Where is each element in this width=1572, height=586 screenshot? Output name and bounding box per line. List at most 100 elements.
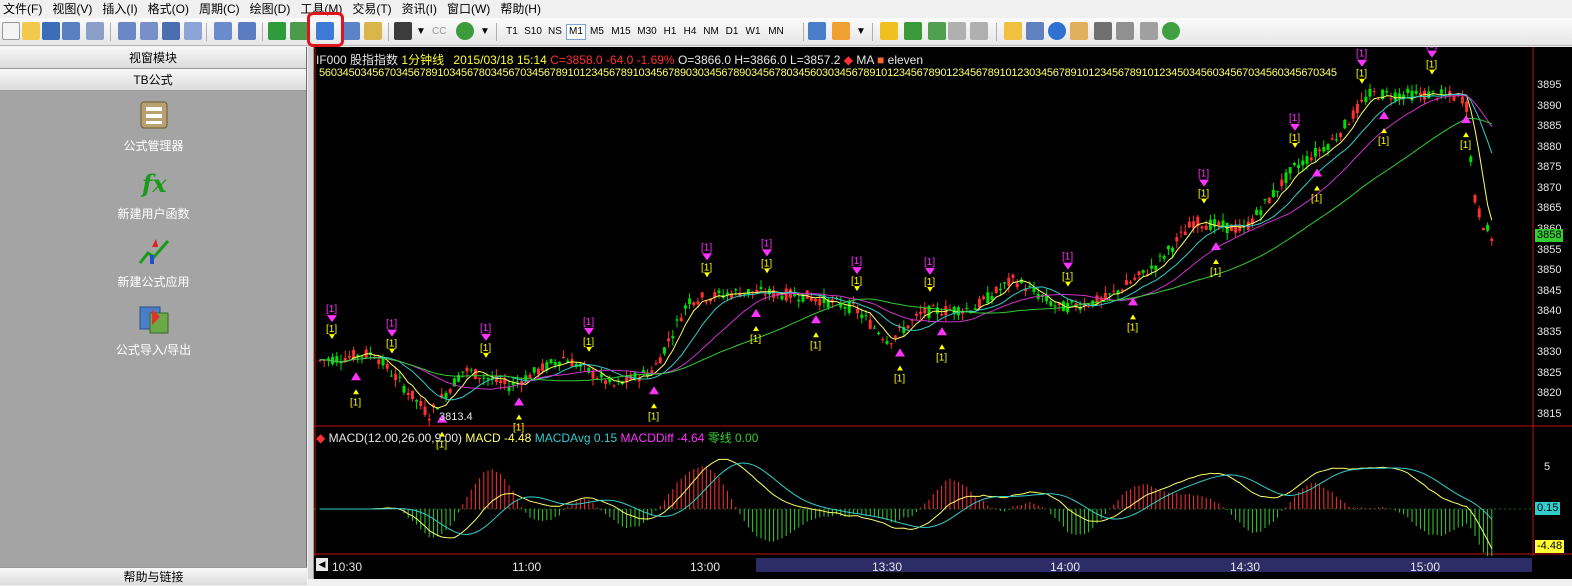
period-button-nm[interactable]: NM xyxy=(700,24,722,40)
tab-tb-formula[interactable]: TB公式 xyxy=(0,69,306,91)
menu-item-9[interactable]: 窗口(W) xyxy=(444,0,497,18)
price-chart[interactable]: [1] [1] [1] [1] [1] [1] [1] [1] [1] [1] [1] [1] [1] [… xyxy=(314,47,1572,556)
price-tick: 3870 xyxy=(1537,181,1562,194)
signal-label: [1] xyxy=(1460,140,1471,151)
period-button-m5[interactable]: M5 xyxy=(586,24,608,40)
ma-label[interactable]: MA xyxy=(856,53,873,67)
candle-body xyxy=(877,332,881,335)
print-icon[interactable] xyxy=(86,22,104,40)
menu-bar: 文件(F) 视图(V) 插入(I) 格式(O) 周期(C) 绘图(D) 工具(M) 交易(T)… xyxy=(0,0,1572,18)
comment-icon[interactable] xyxy=(1004,22,1022,40)
buy-icon[interactable] xyxy=(948,22,966,40)
cart-icon[interactable] xyxy=(928,22,946,40)
open-folder-icon[interactable] xyxy=(22,22,40,40)
period-button-m15[interactable]: M15 xyxy=(608,24,634,40)
refresh-icon[interactable] xyxy=(1162,22,1180,40)
menu-item-7[interactable]: 交易(T) xyxy=(349,0,398,18)
price-tick: 3830 xyxy=(1537,346,1562,359)
menu-item-0[interactable]: 文件(F) xyxy=(0,0,49,18)
quote-icon[interactable] xyxy=(140,22,158,40)
cursor-icon[interactable] xyxy=(1026,22,1044,40)
link-icon[interactable] xyxy=(1116,22,1134,40)
menu-item-3[interactable]: 格式(O) xyxy=(145,0,196,18)
period-button-h1[interactable]: H1 xyxy=(660,24,680,40)
menu-item-10[interactable]: 帮助(H) xyxy=(497,0,548,18)
candle-body xyxy=(427,418,431,421)
period-button-m1[interactable]: M1 xyxy=(566,24,586,40)
up-arrow-icon xyxy=(516,414,522,420)
signal-label: [1] xyxy=(1198,169,1209,180)
people-icon[interactable] xyxy=(832,22,850,40)
window-icon[interactable] xyxy=(118,22,136,40)
period-button-w1[interactable]: W1 xyxy=(742,24,764,40)
table-icon[interactable] xyxy=(342,22,360,40)
sidebar-footer[interactable]: 帮助与链接 xyxy=(0,567,307,585)
menu-item-2[interactable]: 插入(I) xyxy=(99,0,144,18)
chevron-down-icon[interactable]: ▼ xyxy=(478,24,492,40)
candle-body xyxy=(415,399,419,402)
time-label: 10:30 xyxy=(332,560,363,574)
macd-title[interactable]: MACD(12.00,26.00,9.00) xyxy=(329,431,462,445)
candle-body xyxy=(1166,245,1170,250)
period-button-mn[interactable]: MN xyxy=(764,24,788,40)
candle-body xyxy=(965,307,969,309)
up-arrow-icon xyxy=(1213,259,1219,265)
bar-chart-icon[interactable] xyxy=(808,22,826,40)
trader-icon[interactable] xyxy=(904,22,922,40)
up-arrow-icon xyxy=(753,326,759,332)
settings-icon[interactable] xyxy=(162,22,180,40)
candle-body xyxy=(797,299,801,302)
candle-body xyxy=(671,336,675,339)
sidebar-item-formula-manager[interactable]: 公式管理器 xyxy=(0,99,307,154)
candle-body xyxy=(1129,281,1133,284)
menu-item-5[interactable]: 绘图(D) xyxy=(247,0,298,18)
layout2-icon[interactable] xyxy=(238,22,256,40)
user-icon[interactable] xyxy=(290,22,308,40)
period-button-h4[interactable]: H4 xyxy=(680,24,700,40)
scroll-left-button[interactable]: ◀ xyxy=(316,558,328,571)
lightning-icon[interactable] xyxy=(880,22,898,40)
list-icon[interactable] xyxy=(184,22,202,40)
period-button-m30[interactable]: M30 xyxy=(634,24,660,40)
menu-item-4[interactable]: 周期(C) xyxy=(196,0,247,18)
candle-body xyxy=(469,369,473,371)
sidebar-item-new-formula-app[interactable]: 新建公式应用 xyxy=(0,235,307,290)
tab-view-module[interactable]: 视窗模块 xyxy=(0,47,306,69)
sidebar-item-new-user-function[interactable]: fx 新建用户函数 xyxy=(0,167,307,222)
frame-icon[interactable] xyxy=(1140,22,1158,40)
new-file-icon[interactable] xyxy=(2,22,20,40)
book-icon[interactable] xyxy=(364,22,382,40)
cc-button[interactable]: CC xyxy=(430,24,448,40)
lock-icon[interactable] xyxy=(268,22,286,40)
chart-type-icon[interactable] xyxy=(394,22,412,40)
period-button-ns[interactable]: NS xyxy=(544,24,566,40)
sell-icon[interactable] xyxy=(970,22,988,40)
price-tick: 3825 xyxy=(1537,366,1562,379)
zoom-in-icon[interactable] xyxy=(1048,22,1066,40)
hand-icon[interactable] xyxy=(1070,22,1088,40)
chevron-down-icon[interactable]: ▼ xyxy=(414,24,428,40)
layout-icon[interactable] xyxy=(214,22,232,40)
sidebar-item-import-export[interactable]: 公式导入/导出 xyxy=(0,303,307,358)
candle-body xyxy=(1162,255,1166,259)
menu-item-8[interactable]: 资讯(I) xyxy=(399,0,444,18)
indicator-icon[interactable] xyxy=(456,22,474,40)
candle-body xyxy=(1053,305,1057,307)
period-label: 1分钟线 xyxy=(401,53,445,67)
candle-body xyxy=(1137,271,1141,276)
eleven-label[interactable]: eleven xyxy=(888,53,923,67)
current-price-badge: 3858 xyxy=(1535,229,1564,242)
save-all-icon[interactable] xyxy=(62,22,80,40)
period-button-s10[interactable]: S10 xyxy=(522,24,544,40)
period-button-d1[interactable]: D1 xyxy=(722,24,742,40)
macd-diff-value: MACDDiff -4.64 xyxy=(620,431,705,445)
chevron-down-icon[interactable]: ▼ xyxy=(854,24,868,40)
save-icon[interactable] xyxy=(42,22,60,40)
down-arrow-icon xyxy=(329,334,335,340)
chart-area[interactable]: [1] [1] [1] [1] [1] [1] [1] [1] [1] [1] [1] [1] [1] [… xyxy=(314,47,1572,579)
candle-body xyxy=(1347,124,1351,126)
period-button-t1[interactable]: T1 xyxy=(502,24,522,40)
crosshair-icon[interactable] xyxy=(1094,22,1112,40)
menu-item-1[interactable]: 视图(V) xyxy=(49,0,99,18)
price-tick: 3840 xyxy=(1537,305,1562,318)
